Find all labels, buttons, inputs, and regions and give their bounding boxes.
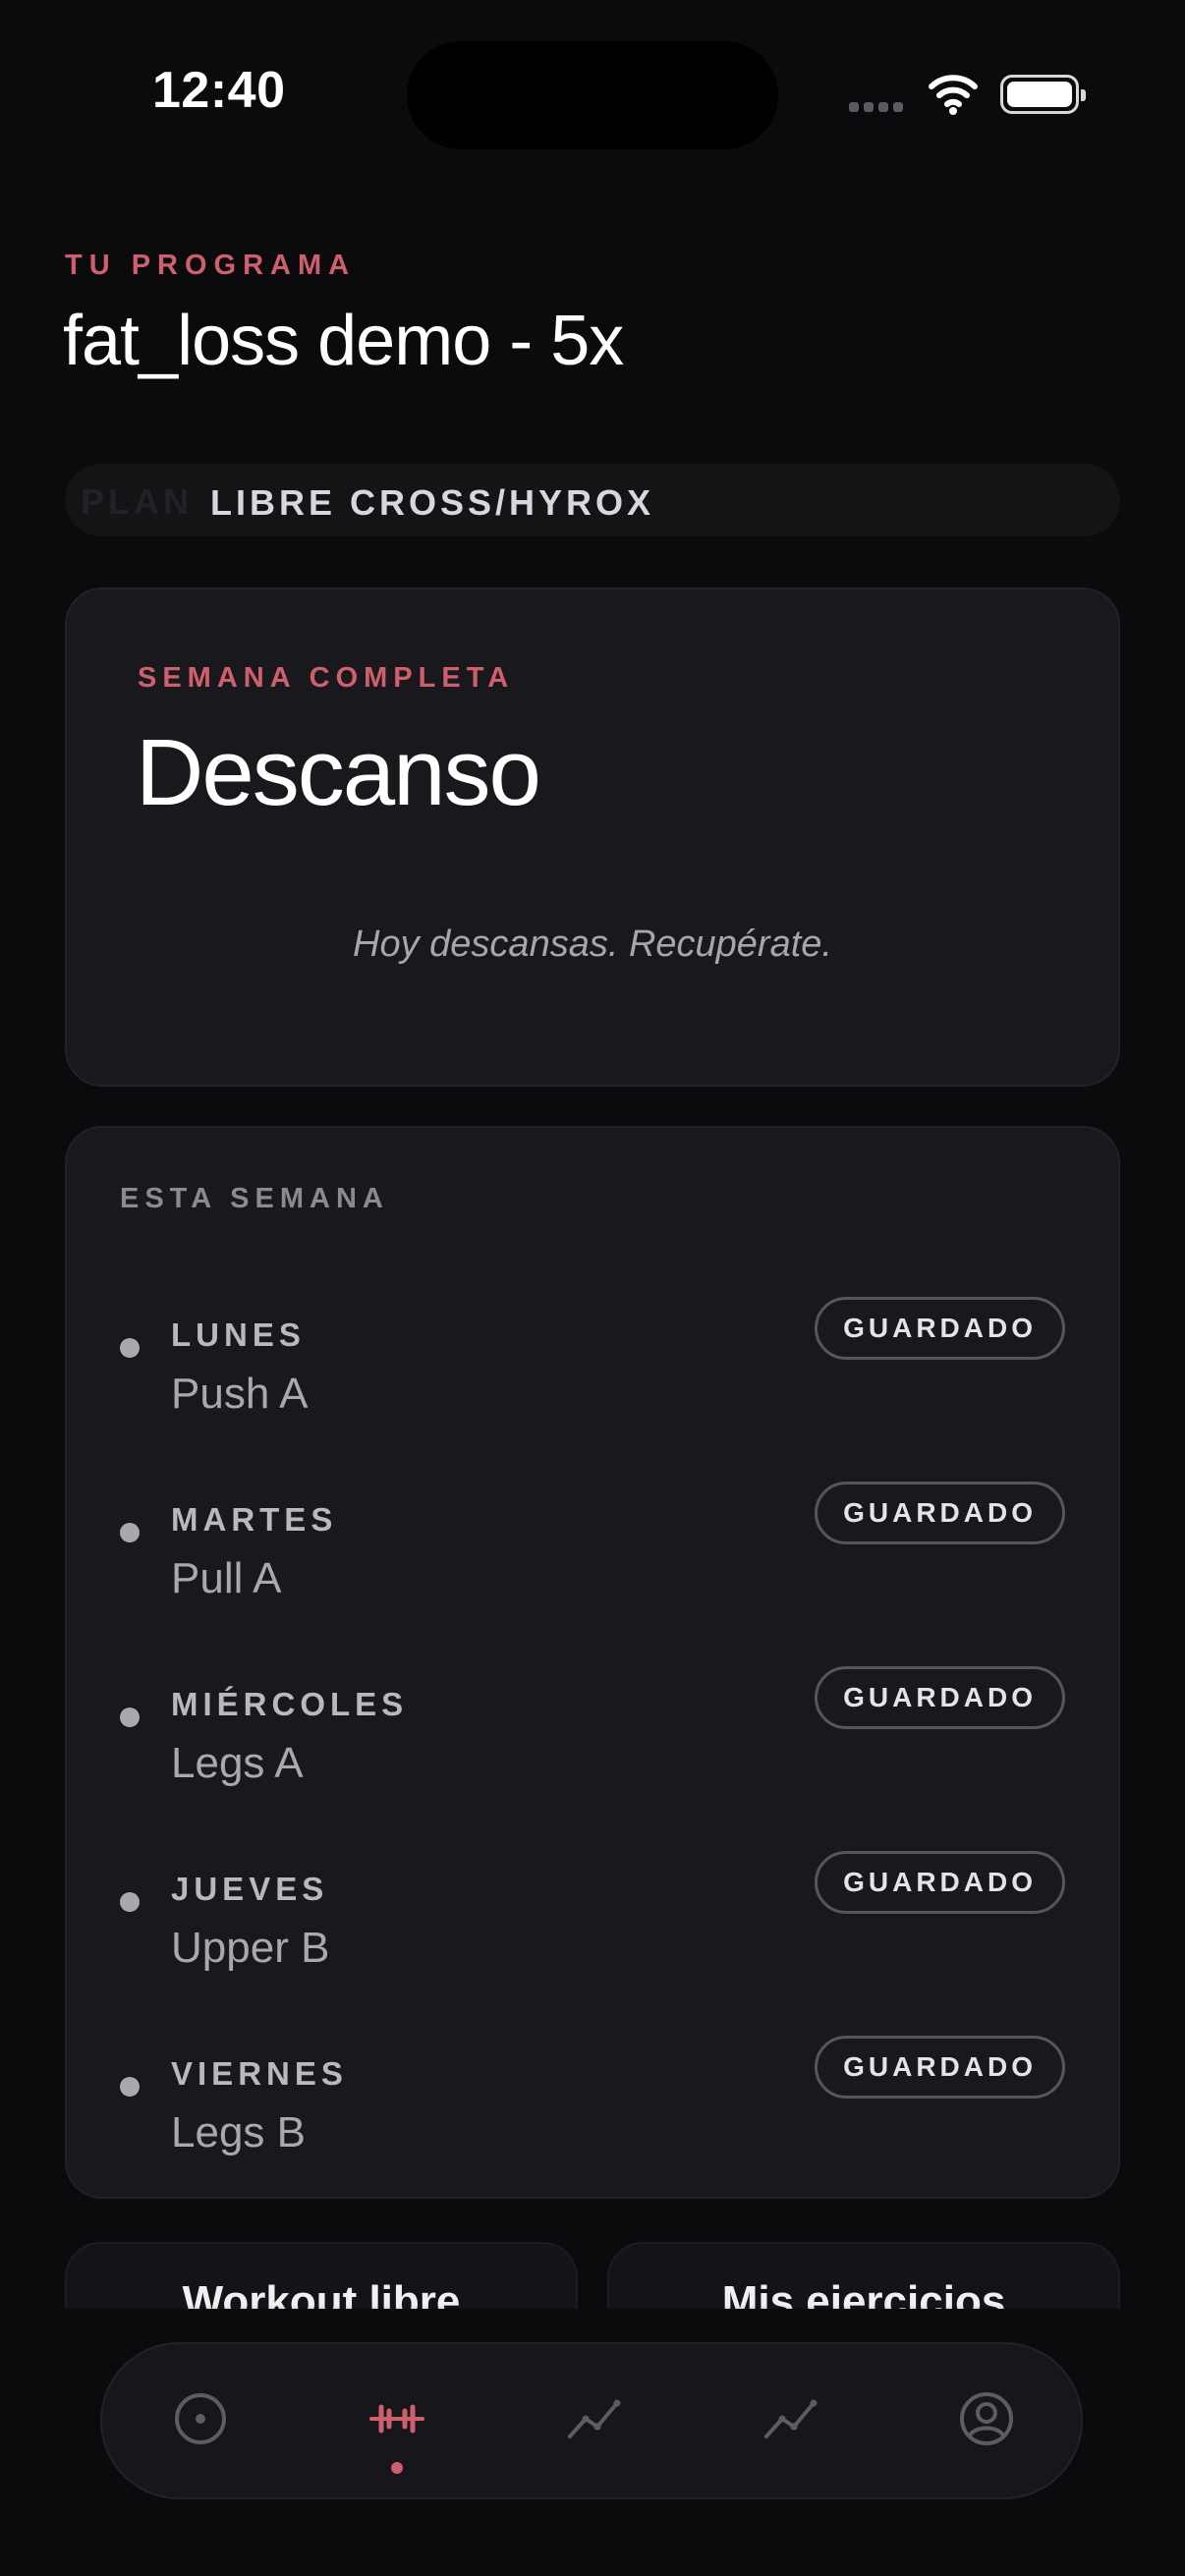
day-status-dot [120,2077,140,2097]
today-label: SEMANA COMPLETA [138,662,515,694]
battery-icon [1000,75,1086,114]
day-row[interactable]: VIERNES Legs B GUARDADO [67,2036,1118,2193]
wifi-icon [929,75,978,115]
day-status-dot [120,1708,140,1727]
day-name: LUNES [171,1316,306,1353]
saved-badge[interactable]: GUARDADO [815,1297,1065,1360]
day-row[interactable]: JUEVES Upper B GUARDADO [67,1851,1118,2008]
day-workout: Legs B [171,2108,306,2156]
tab-home[interactable] [161,2380,240,2458]
active-tab-dot [391,2462,403,2474]
day-workout: Push A [171,1370,309,1418]
program-eyebrow: TU PROGRAMA [65,250,357,281]
day-name: JUEVES [171,1871,329,1907]
day-row[interactable]: LUNES Push A GUARDADO [67,1297,1118,1454]
tab-bar [100,2342,1083,2499]
tab-progress[interactable] [554,2380,633,2458]
saved-badge[interactable]: GUARDADO [815,1666,1065,1729]
trend-icon [568,2399,621,2438]
day-workout: Legs A [171,1739,304,1787]
day-workout: Upper B [171,1924,330,1972]
tab-profile[interactable] [947,2380,1026,2458]
plan-ghost-label: PLAN [81,481,193,522]
day-row[interactable]: MIÉRCOLES Legs A GUARDADO [67,1666,1118,1823]
saved-badge[interactable]: GUARDADO [815,1482,1065,1544]
bottom-fade [0,2305,1185,2344]
dynamic-island [407,41,778,149]
profile-icon [960,2392,1013,2445]
tab-workouts[interactable] [358,2380,436,2474]
status-time: 12:40 [152,62,286,119]
day-workout: Pull A [171,1554,282,1602]
day-name: MIÉRCOLES [171,1686,409,1722]
program-title: fat_loss demo - 5x [63,302,624,380]
day-status-dot [120,1338,140,1358]
target-icon [175,2393,226,2444]
saved-badge[interactable]: GUARDADO [815,1851,1065,1914]
day-name: MARTES [171,1501,338,1538]
today-card: SEMANA COMPLETA Descanso Hoy descansas. … [65,588,1120,1087]
plan-selector[interactable]: PLAN LIBRE CROSS/HYROX [65,464,1120,536]
plan-label: LIBRE CROSS/HYROX [210,482,655,523]
dumbbell-icon [369,2404,424,2434]
trend-icon [764,2399,818,2438]
day-status-dot [120,1892,140,1912]
week-label: ESTA SEMANA [120,1183,389,1214]
today-message: Hoy descansas. Recupérate. [353,924,832,965]
day-row[interactable]: MARTES Pull A GUARDADO [67,1482,1118,1639]
saved-badge[interactable]: GUARDADO [815,2036,1065,2099]
day-name: VIERNES [171,2055,348,2092]
week-card: ESTA SEMANA LUNES Push A GUARDADO MARTES… [65,1126,1120,2199]
cellular-signal-icon [849,102,903,112]
tab-stats[interactable] [751,2380,829,2458]
today-title: Descanso [136,720,541,825]
day-status-dot [120,1523,140,1542]
